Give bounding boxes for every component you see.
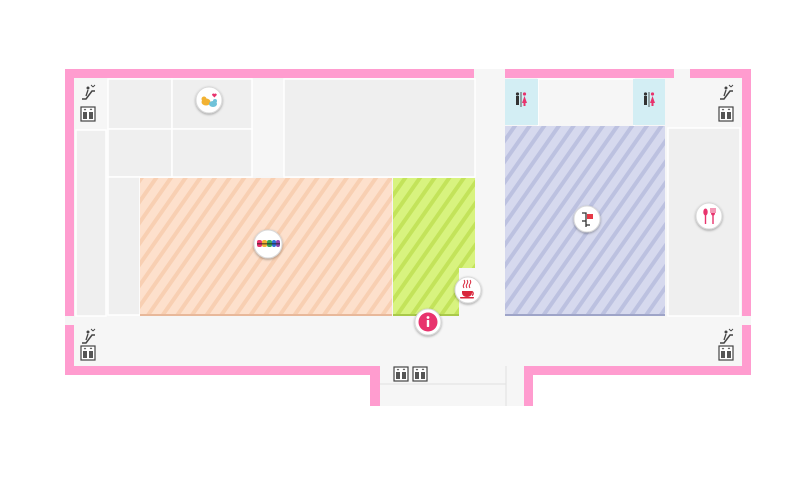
restaurant-icon[interactable] xyxy=(695,202,723,230)
elevator-icon-nw[interactable] xyxy=(80,106,96,122)
elevator-icon-sw[interactable] xyxy=(80,345,96,361)
shop-unit-nw-1[interactable] xyxy=(107,78,173,130)
cafe-icon[interactable] xyxy=(454,276,482,304)
shop-unit-nw-3[interactable] xyxy=(107,128,173,178)
toy-shop-logo-icon[interactable] xyxy=(253,229,283,259)
elevator-icon-se[interactable] xyxy=(718,345,734,361)
shop-unit-nw-4[interactable] xyxy=(171,128,253,178)
information-icon[interactable] xyxy=(414,308,442,336)
floor-map xyxy=(65,69,751,406)
shop-unit-ne[interactable] xyxy=(537,78,635,128)
elevator-icon-ne[interactable] xyxy=(718,106,734,122)
shop-unit-west-column[interactable] xyxy=(75,129,107,317)
shop-unit-west-strip[interactable] xyxy=(107,176,141,316)
pet-shop-icon[interactable] xyxy=(195,86,223,114)
shop-unit-north-large[interactable] xyxy=(283,78,476,178)
store-directory-icon[interactable] xyxy=(573,205,601,233)
elevator-icon-south-1[interactable] xyxy=(393,366,409,382)
elevator-icon-south-2[interactable] xyxy=(412,366,428,382)
restroom-left[interactable] xyxy=(505,79,538,125)
